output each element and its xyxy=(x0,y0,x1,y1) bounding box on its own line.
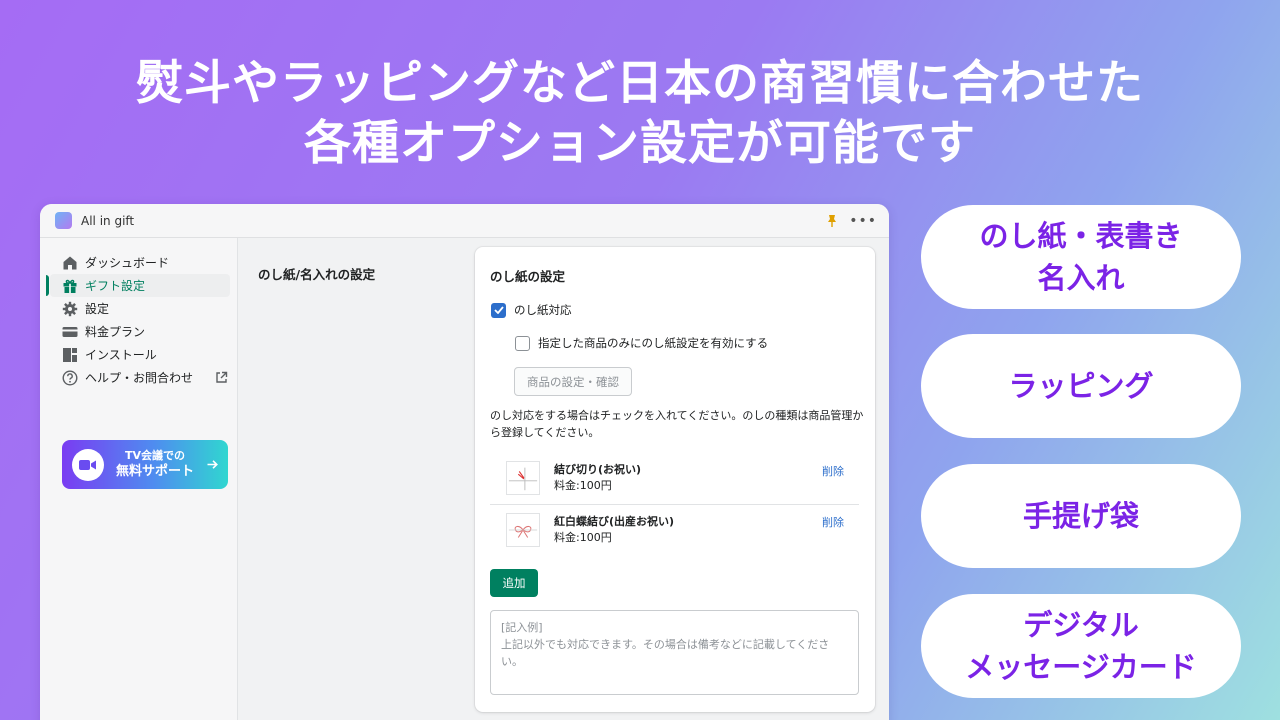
noshi-support-checkbox[interactable] xyxy=(491,302,506,318)
pin-icon[interactable] xyxy=(827,214,837,228)
sidebar-item-help[interactable]: ヘルプ・お問合わせ xyxy=(50,366,230,389)
page-headline: 熨斗やラッピングなど日本の商習慣に合わせた 各種オプション設定が可能です xyxy=(0,54,1280,174)
sidebar: ダッシュボード ギフト設定 設定 料金プラン インストール ヘルプ・お問合わせ xyxy=(40,238,238,720)
app-title: All in gift xyxy=(81,213,135,228)
more-options-icon[interactable]: ••• xyxy=(849,213,877,229)
feature-line-1: デジタル xyxy=(1023,608,1139,642)
support-caption: TV会議での xyxy=(124,449,186,462)
feature-wrapping: ラッピング xyxy=(921,334,1241,438)
sidebar-item-label: ギフト設定 xyxy=(85,279,146,293)
headline-line-1: 熨斗やラッピングなど日本の商習慣に合わせた xyxy=(136,56,1144,111)
app-window: All in gift ••• ダッシュボード ギフト設定 設定 料金プラン イ… xyxy=(40,204,889,720)
sidebar-item-settings[interactable]: 設定 xyxy=(50,297,230,320)
app-titlebar: All in gift ••• xyxy=(40,204,889,238)
noshi-musubikiri-icon xyxy=(506,461,540,495)
sidebar-item-dashboard[interactable]: ダッシュボード xyxy=(50,251,230,274)
noshi-settings-card: のし紙の設定 のし紙対応 指定した商品のみにのし紙設定を有効にする 商品の設定・… xyxy=(475,247,875,712)
checkbox-label: のし紙対応 xyxy=(514,303,572,317)
delete-link[interactable]: 削除 xyxy=(822,514,844,530)
specific-products-checkbox[interactable] xyxy=(515,335,530,351)
sidebar-item-label: 設定 xyxy=(85,302,110,316)
sidebar-item-label: ダッシュボード xyxy=(85,256,170,270)
headline-line-2: 各種オプション設定が可能です xyxy=(304,116,976,171)
sidebar-item-label: ヘルプ・お問合わせ xyxy=(85,371,194,385)
noshi-support-checkbox-row[interactable]: のし紙対応 xyxy=(491,302,572,318)
gear-icon xyxy=(62,301,78,316)
help-icon xyxy=(62,369,78,386)
home-icon xyxy=(63,256,77,269)
item-text: 結び切り(お祝い) 料金:100円 xyxy=(554,462,822,494)
item-name: 結び切り(お祝い) xyxy=(554,463,642,476)
apps-icon xyxy=(63,347,77,362)
feature-line-2: メッセージカード xyxy=(965,650,1197,684)
noshi-item-row: 結び切り(お祝い) 料金:100円 削除 xyxy=(490,454,859,502)
feature-line-1: 手提げ袋 xyxy=(1022,499,1139,533)
item-price: 料金:100円 xyxy=(554,530,612,544)
add-button[interactable]: 追加 xyxy=(490,569,538,597)
delete-link[interactable]: 削除 xyxy=(822,463,844,479)
feature-line-1: ラッピング xyxy=(1008,369,1154,403)
item-text: 紅白蝶結び(出産お祝い) 料金:100円 xyxy=(554,514,822,546)
product-settings-button[interactable]: 商品の設定・確認 xyxy=(514,367,632,396)
sidebar-item-label: 料金プラン xyxy=(85,325,146,339)
external-link-icon xyxy=(216,371,228,383)
sidebar-item-label: インストール xyxy=(85,348,157,362)
feature-line-2: 名入れ xyxy=(1037,261,1125,295)
card-title: のし紙の設定 xyxy=(490,269,566,284)
feature-digital-message-card: デジタル メッセージカード xyxy=(921,594,1241,698)
noshi-item-row: 紅白蝶結び(出産お祝い) 料金:100円 削除 xyxy=(490,504,859,554)
noshi-chomusubi-icon xyxy=(506,512,540,547)
specific-products-checkbox-row[interactable]: 指定した商品のみにのし紙設定を有効にする xyxy=(515,335,768,351)
gift-icon xyxy=(63,279,77,293)
free-support-button[interactable]: TV会議での 無料サポート xyxy=(62,440,228,489)
item-name: 紅白蝶結び(出産お祝い) xyxy=(554,514,675,528)
section-title: のし紙/名入れの設定 xyxy=(258,267,376,282)
help-text: のし対応をする場合はチェックを入れてください。のしの種類は商品管理から登録してく… xyxy=(490,409,864,439)
checkbox-label: 指定した商品のみにのし紙設定を有効にする xyxy=(538,336,769,350)
sidebar-item-pricing[interactable]: 料金プラン xyxy=(50,320,230,343)
feature-noshi-name: のし紙・表書き 名入れ xyxy=(921,205,1241,309)
support-label: 無料サポート xyxy=(115,464,194,479)
feature-gift-bag: 手提げ袋 xyxy=(921,464,1241,568)
video-camera-icon xyxy=(72,448,104,481)
feature-line-1: のし紙・表書き xyxy=(979,219,1183,253)
app-logo-icon xyxy=(55,212,72,229)
item-price: 料金:100円 xyxy=(554,479,612,492)
arrow-right-icon xyxy=(207,460,218,469)
support-text: TV会議での 無料サポート xyxy=(104,449,206,480)
notes-textarea[interactable]: [記入例] 上記以外でも対応できます。その場合は備考などに記載してください。 xyxy=(490,610,859,695)
sidebar-item-gift-settings[interactable]: ギフト設定 xyxy=(46,274,230,297)
sidebar-item-install[interactable]: インストール xyxy=(50,343,230,366)
card-icon xyxy=(62,326,78,337)
